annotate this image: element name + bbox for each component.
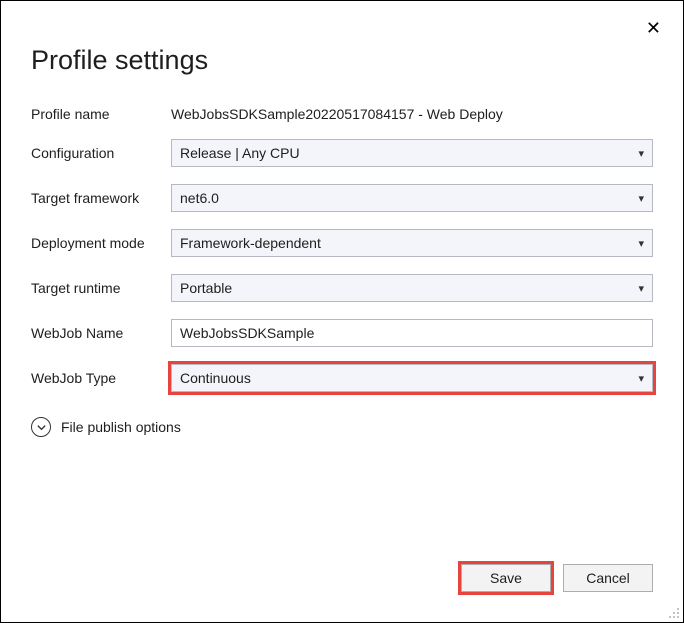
label-configuration: Configuration: [31, 145, 171, 161]
form-area: Profile name WebJobsSDKSample20220517084…: [1, 76, 683, 392]
row-webjob-name: WebJob Name: [31, 319, 653, 347]
select-configuration-value: Release | Any CPU: [180, 145, 300, 161]
row-configuration: Configuration Release | Any CPU: [31, 139, 653, 167]
input-webjob-name[interactable]: [171, 319, 653, 347]
select-target-runtime[interactable]: Portable: [171, 274, 653, 302]
select-webjob-type[interactable]: Continuous: [171, 364, 653, 392]
label-webjob-name: WebJob Name: [31, 325, 171, 341]
row-profile-name: Profile name WebJobsSDKSample20220517084…: [31, 106, 653, 122]
row-target-framework: Target framework net6.0: [31, 184, 653, 212]
expand-label: File publish options: [61, 419, 181, 435]
row-deployment-mode: Deployment mode Framework-dependent: [31, 229, 653, 257]
label-target-runtime: Target runtime: [31, 280, 171, 296]
label-deployment-mode: Deployment mode: [31, 235, 171, 251]
chevron-down-icon: [31, 417, 51, 437]
page-title: Profile settings: [1, 1, 683, 76]
select-deployment-mode[interactable]: Framework-dependent: [171, 229, 653, 257]
label-target-framework: Target framework: [31, 190, 171, 206]
select-target-framework[interactable]: net6.0: [171, 184, 653, 212]
select-configuration[interactable]: Release | Any CPU: [171, 139, 653, 167]
row-webjob-type: WebJob Type Continuous: [31, 364, 653, 392]
expand-file-publish-options[interactable]: File publish options: [1, 409, 683, 437]
close-button[interactable]: ✕: [646, 19, 661, 37]
label-profile-name: Profile name: [31, 106, 171, 122]
select-target-framework-value: net6.0: [180, 190, 219, 206]
select-deployment-mode-value: Framework-dependent: [180, 235, 321, 251]
row-target-runtime: Target runtime Portable: [31, 274, 653, 302]
select-target-runtime-value: Portable: [180, 280, 232, 296]
resize-grip-icon: [666, 605, 680, 619]
footer: Save Cancel: [461, 564, 653, 592]
label-webjob-type: WebJob Type: [31, 370, 171, 386]
select-webjob-type-value: Continuous: [180, 370, 251, 386]
save-button[interactable]: Save: [461, 564, 551, 592]
cancel-button[interactable]: Cancel: [563, 564, 653, 592]
close-icon: ✕: [646, 18, 661, 38]
value-profile-name: WebJobsSDKSample20220517084157 - Web Dep…: [171, 106, 503, 122]
